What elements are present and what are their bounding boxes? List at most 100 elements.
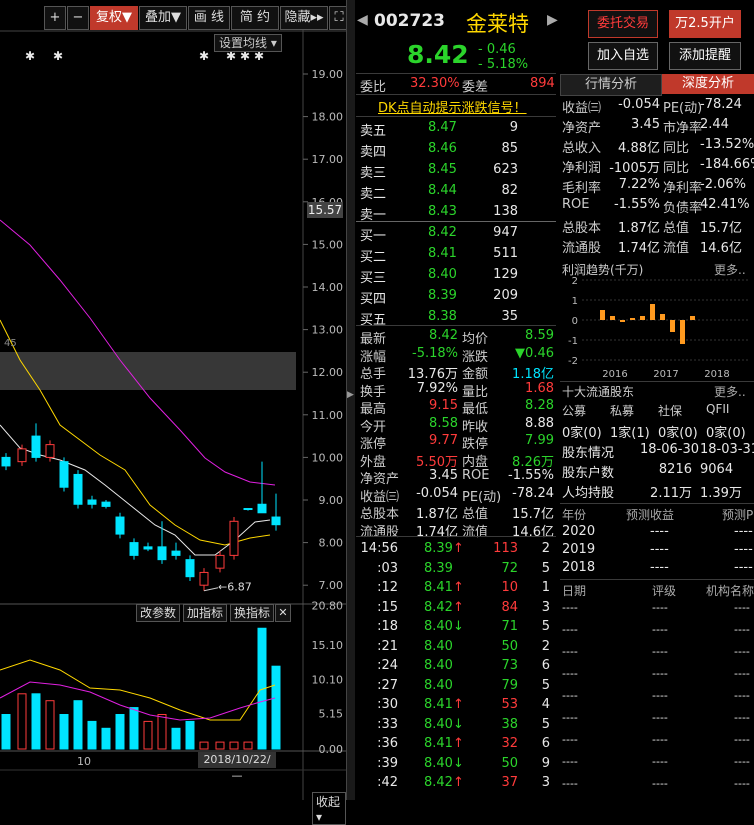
bid-volume: 947 [493,225,518,240]
profit-x-tick: 2017 [653,369,678,380]
holder-type: QFII [706,402,730,416]
simple-mode-button[interactable]: 简 约 [231,6,279,30]
rating-grade: ---- [652,645,668,658]
forecast-value: ---- [650,524,669,539]
edit-params-button[interactable]: 改参数 [136,604,181,622]
overlay-dropdown[interactable]: 叠加▼ [139,6,187,30]
fin-value: 2.44 [700,117,729,132]
close-icon[interactable]: ✕ [275,604,291,622]
candle-down [59,461,69,488]
tick-time: :21 [377,638,398,654]
fin-label: 净资产 [562,121,602,136]
forecast-pe: ---- [734,542,753,557]
bid-label: 买一 [360,229,387,244]
holders-more-link[interactable]: 更多.. [714,383,746,400]
dk-signal-link[interactable]: DK点自动提示涨跌信号！ [378,97,527,116]
volume-bar-down [31,693,41,750]
stat-label: 金额 [462,367,489,382]
collapse-button[interactable]: 收起 ▾ [312,792,346,825]
volume-bar-down [1,714,11,750]
forecast-value: ---- [650,542,669,557]
stat-label: 涨幅 [360,349,387,365]
arrow-down-icon: ↓ [453,619,464,634]
stat-label: 涨跌 [462,349,489,365]
arrow-up-icon: ↑ [453,736,464,751]
volume-bar-up [17,693,27,750]
fin-value: -1.55% [614,197,660,212]
forecast-header: 预测PE [722,508,754,522]
tick-count: 6 [541,736,550,751]
candle-down [143,546,153,550]
price-band [0,352,296,390]
rating-grade: ---- [652,623,668,636]
tick-price: 8.40 [424,755,453,771]
fin-value: -184.66% [700,157,754,172]
stat-label: 均价 [462,332,489,347]
tick-time: :18 [377,619,398,634]
arrow-up-icon: ↑ [453,775,464,790]
tick-volume: 73 [501,658,518,673]
stat-value: 8.88 [525,415,554,431]
bid-price: 8.41 [428,246,457,261]
change-indicator-button[interactable]: 换指标 [230,604,275,622]
candle-up [45,444,55,458]
arrow-down-icon: ↓ [453,716,464,732]
add-alert-button[interactable]: 添加提醒 [669,42,741,70]
forecast-value: ---- [650,560,669,575]
tick-volume: 72 [501,560,518,576]
hide-button[interactable]: 隐藏▸▸ [280,6,328,30]
candle-up [199,571,209,586]
holder-count: 0家(0) [706,426,746,441]
stat-value: 1.87亿 [416,507,458,522]
stat-label: PE(动) [462,489,502,505]
fin-label: 净利率 [663,181,703,196]
ask-price: 8.45 [428,162,457,177]
prev-stock-icon[interactable]: ◀ [357,12,368,28]
fin-value: -78.24 [700,97,742,112]
fuquan-dropdown[interactable]: 复权▼ [90,6,138,30]
candle-down [171,550,181,556]
rating-grade: ---- [652,601,668,614]
stat-value: -78.24 [512,485,554,501]
fin-label: 流通股 [562,241,602,256]
add-indicator-button[interactable]: 加指标 [183,604,228,622]
weicha-label: 委差 [462,80,489,95]
volume-bar-up [243,741,253,750]
next-stock-icon[interactable]: ▶ [547,12,558,28]
tick-volume: 71 [501,619,518,634]
bid-volume: 129 [493,267,518,282]
tab-market-analysis[interactable]: 行情分析 [560,74,662,96]
candle-down [73,473,83,505]
rating-date: ---- [562,645,578,658]
arrow-down-icon: ↓ [453,755,464,771]
tick-price: 8.42 [424,599,453,615]
bid-volume: 209 [493,288,518,303]
zoom-out-button[interactable]: − [67,6,89,30]
tick-price: 8.39 [424,541,453,556]
fin-label: 毛利率 [562,181,602,196]
fin-label: PE(动) [663,101,703,116]
profit-y-tick: 0 [572,316,578,327]
ma-settings-button[interactable]: 设置均线 ▾ [214,34,282,52]
tab-depth-analysis[interactable]: 深度分析 [662,74,754,94]
fin-value: 1.87亿 [618,221,660,236]
holder-row-value-b: 9064 [700,462,734,477]
zoom-in-button[interactable]: + [44,6,66,30]
trade-button[interactable]: 委托交易 [588,10,658,38]
open-account-button[interactable]: 万2.5开户 [669,10,741,38]
bid-volume: 35 [501,309,518,324]
collapse-arrow-icon[interactable]: ▶ [347,390,354,400]
fin-label: 总股本 [562,221,602,236]
low-annotation-label: ←6.87 [218,581,252,594]
ask-volume: 85 [501,141,518,156]
profit-bar [660,314,665,320]
add-watchlist-button[interactable]: 加入自选 [588,42,658,70]
stat-value: 8.58 [429,415,458,431]
volume-bar-up [157,714,167,750]
weibi-label: 委比 [360,80,387,95]
y-tick-label: 7.00 [319,579,344,592]
draw-line-button[interactable]: 画 线 [188,6,230,30]
stat-label: 量比 [462,384,489,400]
rating-grade: ---- [652,711,668,724]
panel-divider[interactable] [346,0,355,800]
